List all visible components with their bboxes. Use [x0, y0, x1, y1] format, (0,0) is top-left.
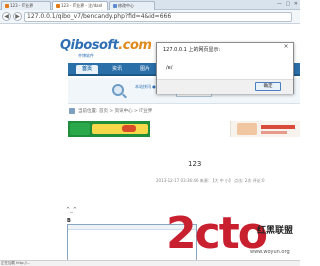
watermark-chinese: 红黑联盟: [257, 226, 294, 236]
banner-graphic: [261, 125, 295, 129]
window-controls[interactable]: — ▢ ✕: [277, 1, 299, 7]
status-bar: 正在加载 http://...: [0, 260, 300, 266]
tab-label: 123 - IT业界: [10, 3, 34, 8]
banner-graphic: [261, 131, 287, 134]
article-meta: 2013-12-17 03:36:46 来源: 【大 中 小】 点击: 2次 评…: [156, 178, 265, 183]
ad-banner-middle: [150, 121, 230, 137]
ad-banner-right[interactable]: [230, 121, 300, 137]
nav-item-images[interactable]: 图片: [134, 65, 156, 74]
page-favicon-icon: [56, 4, 60, 8]
forward-icon[interactable]: ▶: [13, 12, 22, 21]
logo-text: Qibosoft: [60, 38, 119, 53]
browser-tab-2[interactable]: 123 - IT业界 - 注/danl: [52, 1, 108, 10]
article-title: 123: [188, 160, 202, 168]
dialog-title: 127.0.0.1 上的网页显示:: [163, 47, 221, 53]
status-text: 正在加载 http://...: [1, 261, 31, 265]
logo-suffix: .com: [118, 38, 152, 53]
url-input[interactable]: 127.0.0.1/qibo_v7/bencandy.php?fid=4&id=…: [24, 12, 292, 22]
tab-label: 修改中心: [118, 3, 134, 8]
watermark-url: www.woyun.org: [250, 249, 290, 255]
ad-banner-left[interactable]: [68, 121, 150, 137]
dialog-message: /e/: [166, 65, 173, 71]
ok-button[interactable]: 确定: [255, 82, 281, 91]
home-icon: [69, 108, 75, 114]
logo-subtitle: 齐博软件: [78, 53, 94, 58]
site-logo[interactable]: Qibosoft.com 齐博软件: [60, 38, 152, 59]
banner-graphic: [237, 123, 257, 135]
browser-tab-bar: 123 - IT业界 123 - IT业界 - 注/danl 修改中心 — ▢ …: [0, 0, 300, 10]
banner-graphic: [92, 124, 148, 134]
nav-item-news[interactable]: 资讯: [106, 65, 128, 74]
alert-dialog: 127.0.0.1 上的网页显示: × /e/ 确定: [156, 42, 294, 94]
address-bar: ◀ ▶ 127.0.0.1/qibo_v7/bencandy.php?fid=4…: [0, 10, 300, 24]
page-favicon-icon: [113, 4, 117, 8]
back-icon[interactable]: ◀: [2, 12, 11, 21]
nav-item-home[interactable]: 首页: [76, 65, 98, 74]
browser-tab-1[interactable]: 123 - IT业界: [1, 1, 51, 10]
emoticon: ^_^: [66, 207, 77, 213]
close-icon[interactable]: ×: [281, 43, 291, 50]
banner-graphic: [122, 125, 136, 132]
banner-graphic: [70, 123, 90, 135]
page-favicon-icon: [5, 4, 9, 8]
browser-tab-3[interactable]: 修改中心: [109, 1, 155, 10]
tab-label: 123 - IT业界 - 注/danl: [61, 3, 103, 8]
breadcrumb[interactable]: 当前位置: 首页 > 资讯中心 > IT业界: [78, 108, 152, 114]
